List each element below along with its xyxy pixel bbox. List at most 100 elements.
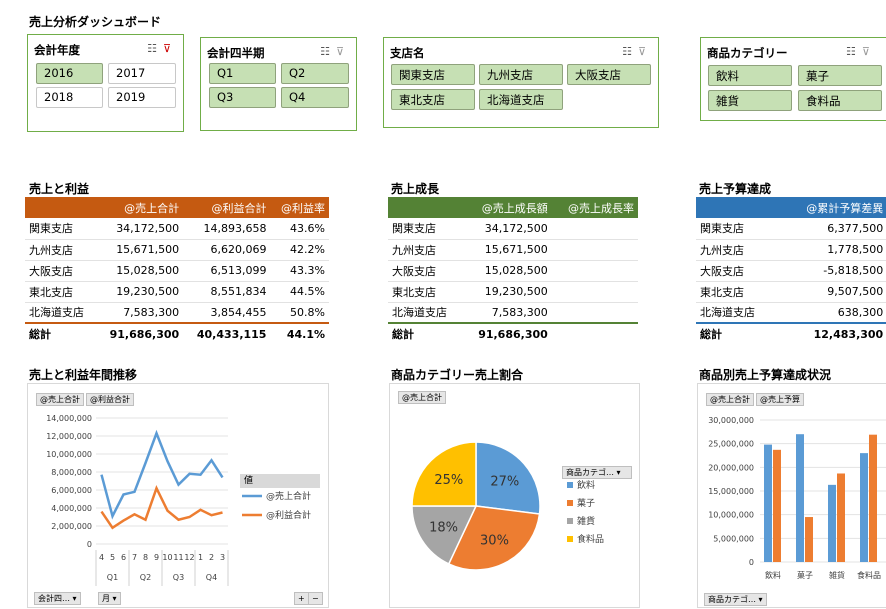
y-tick-label: 10,000,000	[46, 450, 92, 459]
sales-profit-table: @売上合計@利益合計@利益率 関東支店34,172,50014,893,6584…	[25, 197, 329, 344]
x-tick-label: 2	[209, 553, 214, 562]
slicer-item-q2[interactable]: Q2	[281, 63, 349, 84]
slicer-fiscal-year[interactable]: 会計年度 ☷⊽ 2016 2017 2018 2019	[27, 34, 184, 132]
legend-label: @売上合計	[266, 490, 311, 502]
growth-table: @売上成長額@売上成長率 関東支店34,172,500 九州支店15,671,5…	[388, 197, 638, 344]
slicer-item-kanto[interactable]: 関東支店	[391, 64, 475, 85]
x-tick-label: 7	[132, 553, 137, 562]
line-chart[interactable]: @売上合計 @利益合計 02,000,0004,000,0006,000,000…	[27, 383, 329, 608]
series-line	[102, 433, 223, 516]
slicer-item-tohoku[interactable]: 東北支店	[391, 89, 475, 110]
pie-data-label: 27%	[490, 475, 519, 490]
bar-chart-title: 商品別売上予算達成状況	[699, 366, 831, 383]
y-tick-label: 10,000,000	[708, 511, 754, 520]
y-tick-label: 20,000,000	[708, 463, 754, 472]
bar	[796, 434, 804, 562]
x-group-label: Q4	[206, 573, 217, 582]
dashboard-title: 売上分析ダッシュボード	[29, 13, 161, 30]
y-tick-label: 15,000,000	[708, 487, 754, 496]
y-tick-label: 30,000,000	[708, 416, 754, 425]
table-row: 北海道支店638,300	[696, 302, 886, 323]
clear-filter-icon[interactable]: ⊽	[163, 42, 177, 55]
legend-title: 値	[240, 474, 320, 488]
table-row: 九州支店1,778,500	[696, 239, 886, 260]
slicer-item-sweets[interactable]: 菓子	[798, 65, 882, 86]
multi-select-icon[interactable]: ☷	[320, 45, 336, 58]
clear-filter-icon[interactable]: ⊽	[862, 45, 876, 58]
table-header: @累計予算差異@累	[696, 197, 886, 218]
table-row: 東北支店19,230,500	[388, 281, 638, 302]
slicer-item-2018[interactable]: 2018	[36, 87, 103, 108]
x-tick-label: 10	[162, 553, 172, 562]
table-total-row: 総計91,686,300	[388, 323, 638, 344]
bar	[764, 445, 772, 562]
table-row: 九州支店15,671,500	[388, 239, 638, 260]
expand-button[interactable]: +	[294, 592, 309, 605]
bar-chart-plot: 05,000,00010,000,00015,000,00020,000,000…	[698, 384, 886, 609]
bar	[869, 435, 877, 562]
y-tick-label: 14,000,000	[46, 414, 92, 423]
y-tick-label: 8,000,000	[51, 468, 92, 477]
pie-data-label: 18%	[429, 521, 458, 536]
table-total-row: 総計91,686,30040,433,11544.1%	[25, 323, 329, 344]
slicer-item-2017[interactable]: 2017	[108, 63, 176, 84]
line-chart-plot: 02,000,0004,000,0006,000,0008,000,00010,…	[28, 384, 330, 609]
slicer-item-q4[interactable]: Q4	[281, 87, 349, 108]
y-tick-label: 6,000,000	[51, 486, 92, 495]
y-tick-label: 4,000,000	[51, 504, 92, 513]
slicer-branch[interactable]: 支店名 ☷⊽ 関東支店 九州支店 大阪支店 東北支店 北海道支店	[383, 37, 659, 128]
slicer-item-goods[interactable]: 雑貨	[708, 90, 792, 111]
multi-select-icon[interactable]: ☷	[147, 42, 163, 55]
slicer-title: 商品カテゴリー	[707, 45, 788, 61]
slicer-fiscal-quarter[interactable]: 会計四半期 ☷⊽ Q1 Q2 Q3 Q4	[200, 37, 357, 131]
table-row: 北海道支店7,583,300	[388, 302, 638, 323]
table-row: 九州支店15,671,5006,620,06942.2%	[25, 239, 329, 260]
bar	[773, 450, 781, 562]
table-row: 関東支店34,172,50014,893,65843.6%	[25, 218, 329, 239]
slicer-item-q1[interactable]: Q1	[209, 63, 276, 84]
table-header: @売上合計@利益合計@利益率	[25, 197, 329, 218]
x-tick-label: 11	[173, 553, 183, 562]
pie-chart[interactable]: @売上合計 27%30%18%25%飲料菓子雑貨食料品 商品カテゴ… ▾	[389, 383, 640, 608]
slicer-item-drinks[interactable]: 飲料	[708, 65, 792, 86]
table-row: 大阪支店15,028,5006,513,09943.3%	[25, 260, 329, 281]
bar	[860, 453, 868, 562]
slicer-item-osaka[interactable]: 大阪支店	[567, 64, 651, 85]
legend-field-button[interactable]: 商品カテゴ… ▾	[562, 466, 632, 479]
budget-table: @累計予算差異@累 関東支店6,377,500 九州支店1,778,500 大阪…	[696, 197, 886, 344]
slicer-item-hokkaido[interactable]: 北海道支店	[479, 89, 563, 110]
multi-select-icon[interactable]: ☷	[622, 45, 638, 58]
slicer-title: 会計年度	[34, 42, 80, 58]
collapse-button[interactable]: −	[308, 592, 323, 605]
x-tick-label: 飲料	[765, 570, 781, 580]
budget-table-viewport: @累計予算差異@累 関東支店6,377,500 九州支店1,778,500 大阪…	[696, 197, 886, 347]
legend-swatch	[567, 482, 573, 488]
table-row: 関東支店34,172,500	[388, 218, 638, 239]
axis-field-button[interactable]: 月 ▾	[98, 592, 121, 605]
slicer-item-food[interactable]: 食料品	[798, 90, 882, 111]
legend-swatch	[567, 518, 573, 524]
slicer-item-2019[interactable]: 2019	[108, 87, 176, 108]
bar-chart[interactable]: @売上合計 @売上予算 05,000,00010,000,00015,000,0…	[697, 383, 886, 608]
pie-chart-title: 商品カテゴリー売上割合	[391, 366, 523, 383]
bar	[837, 473, 845, 562]
legend-label: 菓子	[577, 497, 595, 509]
x-tick-label: 食料品	[857, 570, 881, 580]
axis-field-button[interactable]: 商品カテゴ… ▾	[704, 593, 767, 606]
slicer-item-q3[interactable]: Q3	[209, 87, 276, 108]
clear-filter-icon[interactable]: ⊽	[638, 45, 652, 58]
slicer-title: 会計四半期	[207, 45, 265, 61]
legend-swatch	[567, 536, 573, 542]
axis-field-button[interactable]: 会計四… ▾	[34, 592, 81, 605]
slicer-item-2016[interactable]: 2016	[36, 63, 103, 84]
slicer-item-kyushu[interactable]: 九州支店	[479, 64, 563, 85]
multi-select-icon[interactable]: ☷	[846, 45, 862, 58]
table-row: 北海道支店7,583,3003,854,45550.8%	[25, 302, 329, 323]
line-chart-title: 売上と利益年間推移	[29, 366, 137, 383]
growth-title: 売上成長	[391, 180, 439, 197]
x-tick-label: 5	[110, 553, 115, 562]
slicer-product-category[interactable]: 商品カテゴリー ☷⊽ 飲料 菓子 雑貨 食料品	[700, 37, 886, 121]
legend-label: 雑貨	[577, 515, 595, 527]
clear-filter-icon[interactable]: ⊽	[336, 45, 350, 58]
pie-data-label: 25%	[434, 473, 463, 488]
